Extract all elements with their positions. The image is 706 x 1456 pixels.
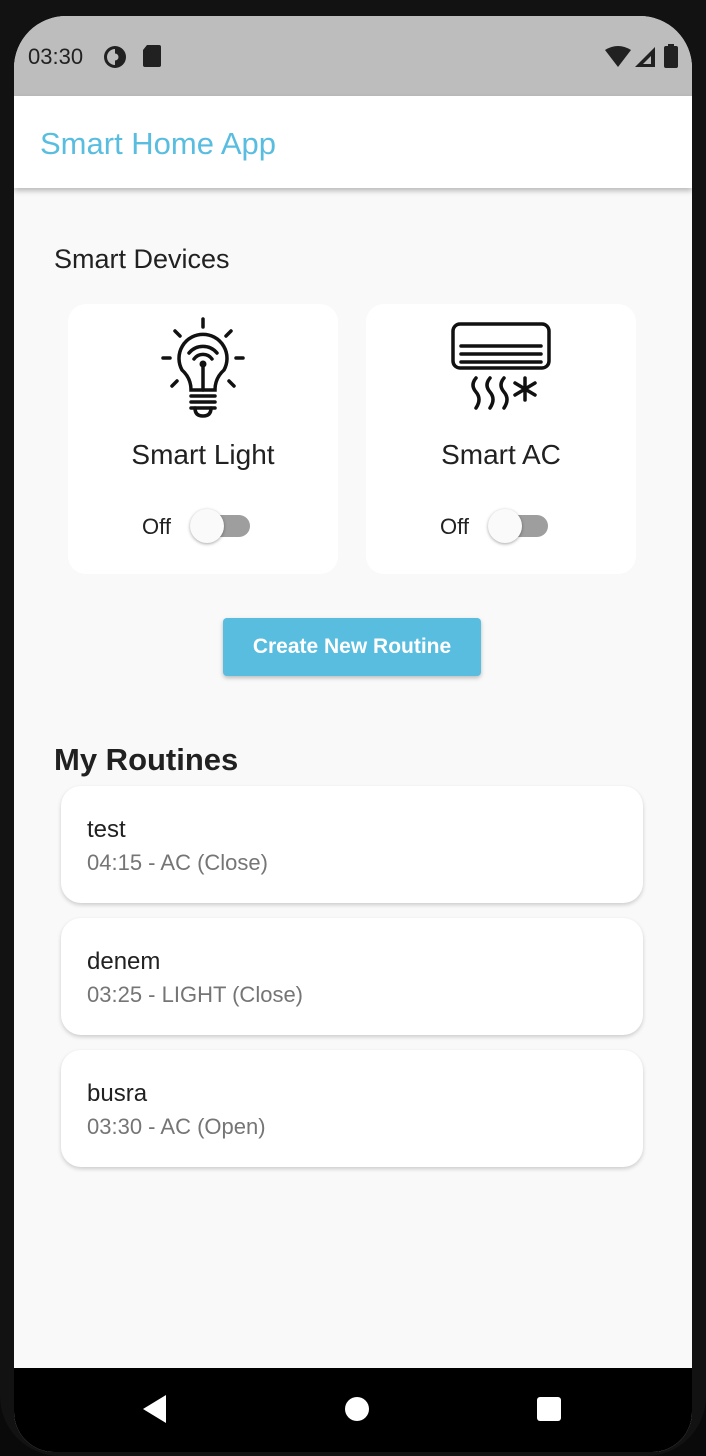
section-title-smart-devices: Smart Devices [54,244,230,274]
device-card-smart-light: Smart Light Off [68,304,338,574]
routine-name: busra [87,1080,148,1107]
create-new-routine-button[interactable]: Create New Routine [223,618,481,676]
smart-bulb-icon [68,316,338,431]
signal-icon [634,46,656,73]
routine-detail: 03:25 - LIGHT (Close) [87,982,304,1007]
battery-icon [664,44,678,73]
routine-card[interactable]: busra 03:30 - AC (Open) [61,1050,643,1167]
routine-detail: 03:30 - AC (Open) [87,1114,266,1139]
toggle-thumb [190,509,224,543]
routine-name: test [87,816,126,843]
app-title: Smart Home App [40,126,277,161]
back-icon[interactable] [140,1392,172,1431]
phone-frame: 03:30 Smart Home App Smart Devices Smart… [0,0,706,1456]
sd-card-icon [142,44,162,73]
device-state-label: Off [142,514,171,539]
device-name: Smart Light [131,439,275,470]
status-bar: 03:30 [14,16,692,96]
recents-icon[interactable] [534,1392,564,1431]
smart-light-toggle[interactable] [190,509,252,543]
wifi-icon [604,46,632,73]
device-name: Smart AC [441,439,561,470]
section-title-my-routines: My Routines [54,742,239,777]
screen: 03:30 Smart Home App Smart Devices Smart… [14,16,692,1452]
device-card-smart-ac: Smart AC Off [366,304,636,574]
smart-ac-toggle[interactable] [488,509,550,543]
toggle-thumb [488,509,522,543]
routine-name: denem [87,948,161,975]
app-bar: Smart Home App [14,96,692,188]
status-time: 03:30 [28,44,84,69]
air-conditioner-icon [366,316,636,431]
routine-card[interactable]: test 04:15 - AC (Close) [61,786,643,903]
device-state-label: Off [440,514,469,539]
home-icon[interactable] [340,1392,374,1431]
routine-detail: 04:15 - AC (Close) [87,850,268,875]
routine-card[interactable]: denem 03:25 - LIGHT (Close) [61,918,643,1035]
data-saver-icon [102,44,128,75]
navigation-bar [14,1368,692,1452]
